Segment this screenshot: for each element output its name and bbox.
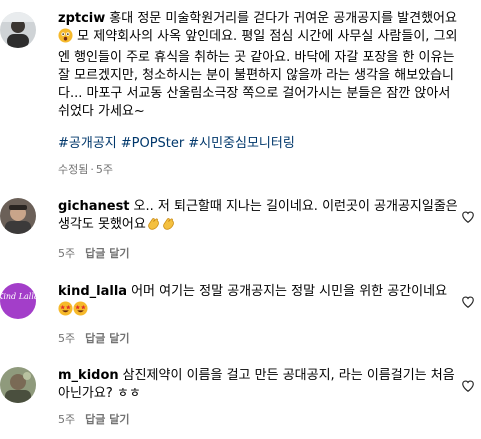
avatar[interactable]: Kind Lalla: [0, 283, 36, 319]
caption-body-1: 홍대 정문 미술학원거리를 걷다가 귀여운 공개공지를 발견했어요: [109, 11, 457, 26]
heart-icon[interactable]: [461, 295, 475, 309]
comment-body: 어머 여기는 정말 공개공지는 정말 시민을 위한 공간이네요: [131, 284, 448, 299]
comment-time[interactable]: 5주: [58, 413, 75, 426]
comment-time[interactable]: 5주: [58, 247, 75, 260]
reply-button[interactable]: 답글 달기: [85, 413, 129, 426]
clapping-hands-emoji-icon: [161, 216, 176, 237]
star-struck-emoji-icon: [58, 301, 73, 322]
comment-meta: 5주 답글 달기: [58, 245, 458, 263]
clapping-hands-emoji-icon: [146, 216, 161, 237]
comment-text: m_kidon 삼진제약이 이름을 걸고 만든 공대공지, 라는 이름걸기는 처음…: [58, 367, 458, 403]
comment-meta: 5주 답글 달기: [58, 411, 458, 429]
meta-separator: ·: [90, 163, 94, 176]
edited-label: 수정됨: [58, 163, 89, 176]
hashtag[interactable]: #시민중심모니터링: [188, 136, 295, 151]
reply-button[interactable]: 답글 달기: [85, 332, 129, 345]
avatar[interactable]: [0, 367, 36, 403]
avatar[interactable]: [0, 198, 36, 234]
post-time[interactable]: 5주: [96, 163, 113, 176]
avatar[interactable]: [0, 12, 36, 48]
comment-text: gichanest 오.. 저 퇴근할때 지나는 길이네요. 이런곳이 공개공지일…: [58, 198, 458, 237]
post-meta: 수정됨 · 5주: [58, 161, 458, 179]
reply-button[interactable]: 답글 달기: [85, 247, 129, 260]
comment-time[interactable]: 5주: [58, 332, 75, 345]
hashtag[interactable]: #POPSter: [121, 136, 185, 151]
comment-username[interactable]: m_kidon: [58, 368, 119, 383]
star-struck-emoji-icon: [73, 301, 88, 322]
hashtag-list: #공개공지 #POPSter #시민중심모니터링: [58, 135, 458, 153]
post-username[interactable]: zptciw: [58, 11, 105, 26]
comment-meta: 5주 답글 달기: [58, 330, 458, 348]
heart-icon[interactable]: [461, 210, 475, 224]
comment-username[interactable]: kind_lalla: [58, 284, 127, 299]
astonished-face-emoji-icon: [58, 28, 73, 49]
comment-text: kind_lalla 어머 여기는 정말 공개공지는 정말 시민을 위한 공간이네…: [58, 283, 458, 322]
caption-body-2: 모 제약회사의 사옥 앞인데요. 평일 점심 시간에 사무실 사람들이, 그외엔…: [58, 29, 458, 119]
caption-text: zptciw 홍대 정문 미술학원거리를 걷다가 귀여운 공개공지를 발견했어요 …: [58, 10, 458, 121]
comment-username[interactable]: gichanest: [58, 199, 130, 214]
heart-icon[interactable]: [461, 379, 475, 393]
hashtag[interactable]: #공개공지: [58, 136, 117, 151]
avatar-text: Kind Lalla: [0, 292, 36, 301]
